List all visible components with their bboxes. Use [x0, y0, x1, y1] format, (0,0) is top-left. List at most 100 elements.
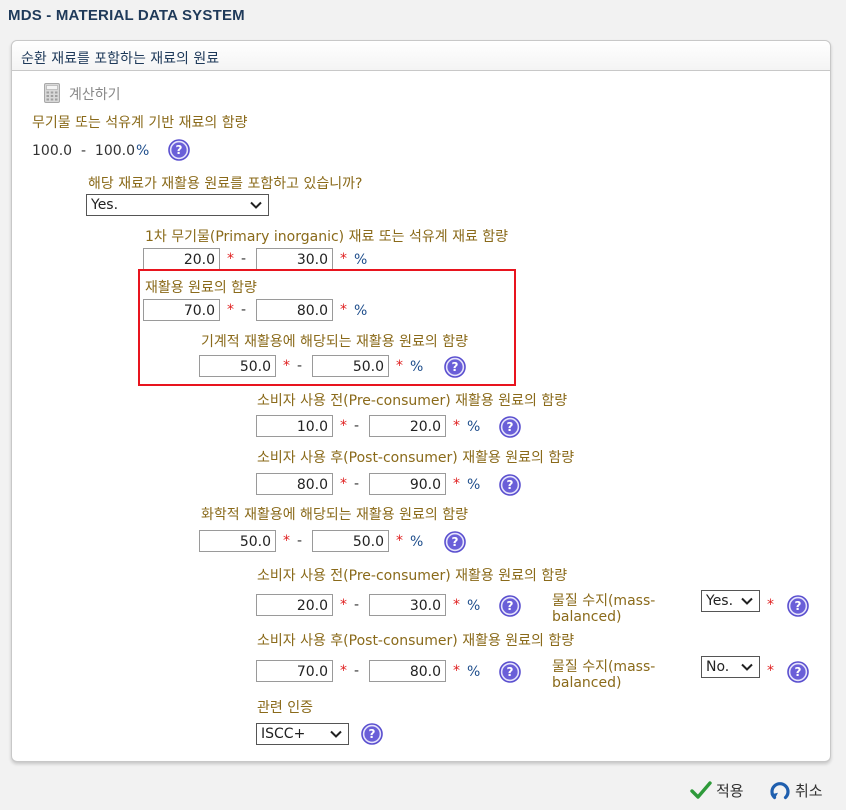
primary-max-input[interactable]: 30.0 — [256, 248, 333, 270]
chemical-pre-label: 소비자 사용 전(Pre-consumer) 재활용 원료의 함량 — [257, 568, 568, 584]
contains-recycled-value: Yes. — [91, 197, 119, 213]
checkmark-icon — [690, 781, 712, 799]
required-star: * — [767, 663, 774, 679]
range-dash: - — [241, 251, 247, 267]
help-icon[interactable] — [361, 723, 383, 745]
chemical-pre-mass-balanced-label: 물질 수지(mass- — [552, 593, 656, 609]
help-icon[interactable] — [444, 356, 466, 378]
apply-label: 적용 — [716, 781, 744, 800]
app-title: MDS - MATERIAL DATA SYSTEM — [8, 7, 245, 24]
certification-select[interactable]: ISCC+ — [256, 723, 349, 745]
required-star: * — [340, 251, 347, 267]
chemical-max-input[interactable]: 50.0 — [312, 530, 389, 552]
chevron-down-icon — [740, 594, 754, 608]
range-dash: - — [354, 476, 360, 492]
chevron-down-icon — [329, 727, 343, 741]
required-star: * — [283, 358, 290, 374]
recycled-content-label: 재활용 원료의 함량 — [145, 280, 257, 296]
certification-label: 관련 인증 — [257, 700, 313, 716]
inorganic-unit: % — [136, 143, 150, 159]
chemical-post-mass-balanced-label: 물질 수지(mass- — [552, 659, 656, 675]
required-star: * — [453, 663, 460, 679]
mechanical-post-label: 소비자 사용 후(Post-consumer) 재활용 원료의 함량 — [257, 450, 575, 466]
recycled-min-input[interactable]: 70.0 — [143, 299, 220, 321]
recycled-max-input[interactable]: 80.0 — [256, 299, 333, 321]
chevron-down-icon — [249, 198, 263, 212]
help-icon[interactable] — [444, 531, 466, 553]
required-star: * — [340, 476, 347, 492]
mechanical-pre-max-input[interactable]: 20.0 — [369, 415, 446, 437]
chemical-post-mass-balanced-select[interactable]: No. — [701, 656, 760, 678]
mechanical-max-input[interactable]: 50.0 — [312, 355, 389, 377]
mechanical-min-input[interactable]: 50.0 — [199, 355, 276, 377]
chemical-pre-unit: % — [467, 598, 481, 614]
required-star: * — [340, 597, 347, 613]
panel-header: 순환 재료를 포함하는 재료의 원료 — [12, 41, 830, 71]
inorganic-range-value: 100.0 - 100.0 — [32, 143, 136, 159]
chemical-post-max-input[interactable]: 80.0 — [369, 660, 446, 682]
cancel-button[interactable]: 취소 — [769, 779, 823, 801]
required-star: * — [453, 476, 460, 492]
required-star: * — [767, 597, 774, 613]
panel-title: 순환 재료를 포함하는 재료의 원료 — [21, 51, 220, 67]
required-star: * — [340, 663, 347, 679]
primary-unit: % — [354, 252, 368, 268]
chemical-content-label: 화학적 재활용에 해당되는 재활용 원료의 함량 — [201, 507, 468, 523]
required-star: * — [283, 533, 290, 549]
mechanical-content-label: 기계적 재활용에 해당되는 재활용 원료의 함량 — [201, 334, 468, 350]
chemical-post-label: 소비자 사용 후(Post-consumer) 재활용 원료의 함량 — [257, 633, 575, 649]
calculate-label: 계산하기 — [69, 87, 121, 103]
chemical-post-min-input[interactable]: 70.0 — [256, 660, 333, 682]
recycled-unit: % — [354, 303, 368, 319]
apply-button[interactable]: 적용 — [690, 779, 744, 801]
required-star: * — [396, 358, 403, 374]
chemical-post-mass-balanced-value: No. — [706, 659, 730, 675]
chemical-pre-mass-balanced-select[interactable]: Yes. — [701, 590, 760, 612]
primary-content-label: 1차 무기물(Primary inorganic) 재료 또는 석유계 재료 함… — [145, 229, 509, 245]
chemical-min-input[interactable]: 50.0 — [199, 530, 276, 552]
required-star: * — [453, 597, 460, 613]
undo-icon — [770, 782, 790, 800]
chemical-pre-mass-balanced-label-2: balanced) — [552, 609, 622, 625]
help-icon[interactable] — [787, 661, 809, 683]
range-dash: - — [354, 597, 360, 613]
range-dash: - — [241, 302, 247, 318]
required-star: * — [227, 251, 234, 267]
primary-min-input[interactable]: 20.0 — [143, 248, 220, 270]
contains-recycled-question: 해당 재료가 재활용 원료를 포함하고 있습니까? — [88, 176, 363, 192]
mechanical-pre-min-input[interactable]: 10.0 — [256, 415, 333, 437]
mechanical-post-min-input[interactable]: 80.0 — [256, 473, 333, 495]
contains-recycled-select[interactable]: Yes. — [86, 194, 269, 216]
help-icon[interactable] — [499, 661, 521, 683]
certification-value: ISCC+ — [261, 726, 306, 742]
range-dash: - — [354, 418, 360, 434]
chemical-pre-min-input[interactable]: 20.0 — [256, 594, 333, 616]
help-icon[interactable] — [168, 139, 190, 161]
inorganic-content-label: 무기물 또는 석유계 기반 재료의 함량 — [32, 115, 248, 131]
mechanical-unit: % — [410, 359, 424, 375]
range-dash: - — [297, 358, 303, 374]
chemical-unit: % — [410, 534, 424, 550]
chevron-down-icon — [740, 660, 754, 674]
cancel-label: 취소 — [795, 781, 823, 800]
help-icon[interactable] — [499, 416, 521, 438]
help-icon[interactable] — [499, 474, 521, 496]
chemical-pre-max-input[interactable]: 30.0 — [369, 594, 446, 616]
chemical-pre-mass-balanced-value: Yes. — [706, 593, 734, 609]
required-star: * — [340, 418, 347, 434]
required-star: * — [227, 302, 234, 318]
required-star: * — [453, 418, 460, 434]
mechanical-pre-unit: % — [467, 419, 481, 435]
range-dash: - — [297, 533, 303, 549]
range-dash: - — [354, 663, 360, 679]
required-star: * — [340, 302, 347, 318]
mechanical-post-max-input[interactable]: 90.0 — [369, 473, 446, 495]
chemical-post-mass-balanced-label-2: balanced) — [552, 675, 622, 691]
mechanical-post-unit: % — [467, 477, 481, 493]
help-icon[interactable] — [499, 595, 521, 617]
calculator-icon — [44, 83, 60, 103]
chemical-post-unit: % — [467, 664, 481, 680]
mechanical-pre-label: 소비자 사용 전(Pre-consumer) 재활용 원료의 함량 — [257, 393, 568, 409]
help-icon[interactable] — [787, 595, 809, 617]
required-star: * — [396, 533, 403, 549]
